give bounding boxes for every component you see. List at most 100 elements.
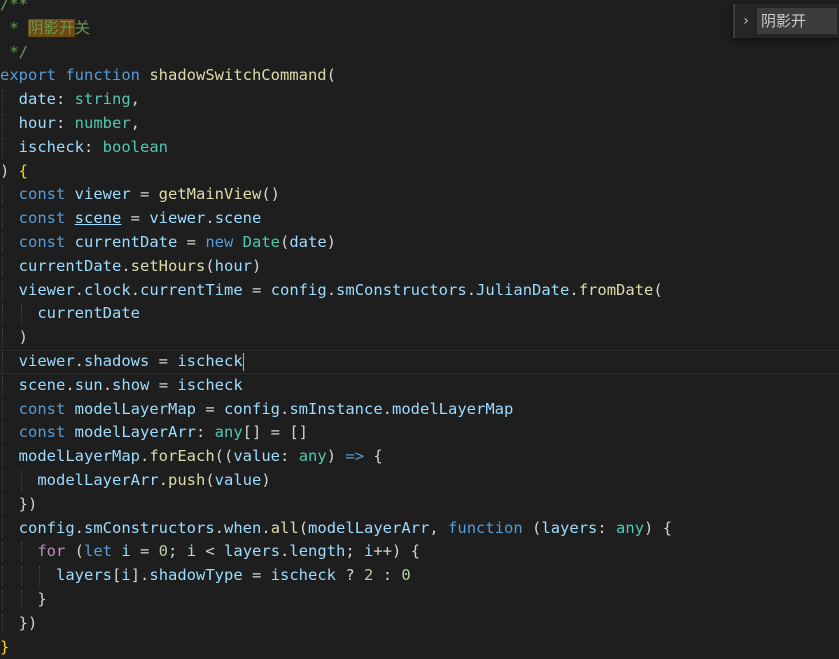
code-token: ; [168, 542, 187, 561]
code-line[interactable]: const scene = viewer.scene [0, 207, 262, 231]
code-editor[interactable]: /** * 阴影开关 */export function shadowSwitc… [0, 0, 839, 656]
code-token: = [196, 399, 224, 418]
code-token: = [130, 542, 159, 561]
code-token: ischeck [270, 566, 337, 585]
find-input[interactable]: 阴影开 [757, 8, 837, 34]
code-token: = [130, 185, 159, 204]
code-token: i [364, 542, 374, 561]
code-token: shadowType [149, 566, 243, 585]
code-token: . [261, 518, 271, 537]
code-line[interactable]: config.smConstructors.when.all(modelLaye… [0, 517, 672, 541]
code-line[interactable]: export function shadowSwitchCommand( [0, 64, 336, 88]
indent-guide [20, 590, 23, 610]
code-token: ischeck [177, 352, 243, 370]
code-token: ]. [130, 566, 150, 585]
code-token: viewer [18, 280, 75, 299]
code-token: getMainView [158, 185, 262, 204]
code-line[interactable]: }) [0, 612, 38, 636]
code-token: ) [261, 471, 271, 489]
code-token: 0 [158, 542, 169, 561]
code-token: . [280, 542, 290, 561]
indent-guide [2, 256, 4, 277]
code-token: */ [0, 42, 28, 61]
code-token: . [569, 280, 579, 299]
code-line[interactable]: */ [0, 41, 28, 65]
code-token: config [18, 518, 75, 537]
code-token: ( [653, 280, 663, 299]
code-token: . [65, 375, 75, 394]
code-token: . [158, 471, 168, 489]
code-line[interactable]: ischeck: boolean [0, 136, 168, 160]
code-token: 关 [74, 18, 91, 37]
code-line[interactable]: layers[i].shadowType = ischeck ? 2 : 0 [0, 564, 411, 588]
code-token: = [242, 566, 271, 585]
code-line[interactable]: ) { [0, 160, 28, 184]
code-line[interactable]: } [0, 636, 9, 659]
indent-guide [2, 328, 4, 348]
toggle-replace-chevron-icon[interactable]: › [733, 4, 757, 38]
code-line[interactable]: const viewer = getMainView() [0, 183, 280, 207]
indent-guide [20, 304, 23, 325]
code-token: number [74, 114, 131, 132]
code-line[interactable]: modelLayerMap.forEach((value: any) => { [0, 445, 383, 469]
code-token: => [345, 447, 365, 466]
indent-guide [2, 447, 4, 467]
code-token: layers [56, 566, 112, 585]
code-token: config [270, 280, 327, 299]
code-token: const [18, 209, 75, 228]
indent-guide [2, 590, 4, 610]
indent-guide [2, 566, 4, 586]
code-token: sun [74, 375, 103, 394]
code-line[interactable]: /** [0, 0, 28, 17]
code-line[interactable]: currentDate.setHours(hour) [0, 255, 262, 279]
code-token: . [102, 375, 113, 394]
code-token: . [382, 399, 393, 418]
code-token: push [168, 471, 206, 489]
code-token: modelLayerMap [392, 399, 514, 418]
code-token: * [0, 18, 28, 37]
indent-guide [2, 613, 4, 634]
code-token: = [149, 375, 178, 394]
code-token: (( [214, 447, 234, 466]
code-token: ) [326, 447, 346, 466]
code-token: ; [345, 542, 365, 561]
code-token: const [18, 423, 75, 442]
indent-guide [2, 209, 4, 229]
code-line[interactable]: const modelLayerMap = config.smInstance.… [0, 398, 514, 422]
code-line[interactable]: modelLayerArr.push(value) [0, 469, 271, 493]
code-token: ( [298, 518, 309, 537]
code-token: ++) { [373, 542, 421, 561]
code-token: smConstructors [84, 518, 215, 537]
code-token: . [326, 280, 337, 299]
code-line[interactable]: date: string, [0, 88, 140, 112]
indent-guide [2, 423, 4, 444]
code-token: for [37, 542, 75, 561]
code-token: export [0, 66, 66, 85]
code-line[interactable]: for (let i = 0; i < layers.length; i++) … [0, 540, 420, 564]
code-token: when [224, 518, 262, 537]
code-token: value [214, 471, 262, 489]
code-token: date [18, 90, 56, 109]
code-line[interactable]: viewer.clock.currentTime = config.smCons… [0, 279, 663, 303]
indent-guide [20, 566, 23, 586]
code-token: modelLayerMap [18, 447, 140, 466]
code-line[interactable]: const currentDate = new Date(date) [0, 231, 336, 255]
code-token: 2 [364, 566, 374, 585]
code-line[interactable]: * 阴影开关 [0, 17, 90, 41]
code-line[interactable]: scene.sun.show = ischeck [0, 374, 243, 398]
code-token: . [74, 352, 85, 370]
indent-guide [20, 471, 23, 491]
code-line[interactable]: viewer.shadows = ischeck [0, 350, 839, 374]
code-line[interactable]: } [0, 588, 46, 612]
code-token: , [429, 518, 449, 537]
code-token: smConstructors [336, 280, 467, 299]
code-token: forEach [149, 447, 215, 466]
code-token: modelLayerArr [308, 518, 430, 537]
indent-guide [2, 518, 4, 539]
code-line[interactable]: hour: number, [0, 112, 140, 136]
code-line[interactable]: const modelLayerArr: any[] = [] [0, 421, 308, 445]
code-token: ischeck [177, 375, 243, 394]
code-line[interactable]: ) [0, 326, 28, 350]
code-line[interactable]: }) [0, 493, 38, 517]
